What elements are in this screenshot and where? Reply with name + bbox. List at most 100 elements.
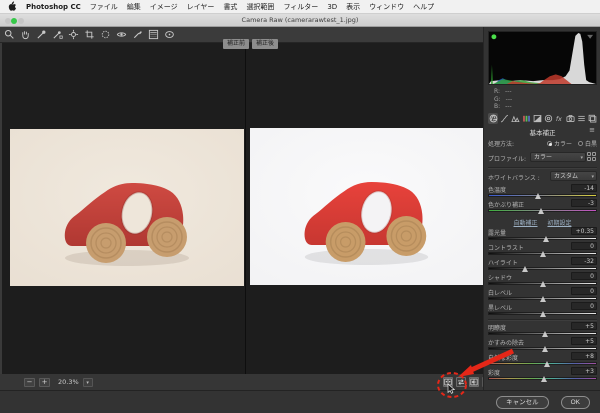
temperature-value[interactable]: -14 (571, 184, 597, 192)
tab-camera-calibration[interactable] (565, 113, 575, 124)
menu-window[interactable]: ウィンドウ (369, 2, 404, 12)
tab-basic[interactable] (488, 113, 498, 124)
profile-row: プロファイル: カラー▾ (488, 152, 597, 163)
panel-menu-icon[interactable]: ≡ (589, 126, 595, 134)
before-badge: 補正前 (223, 39, 249, 49)
apple-icon[interactable] (8, 2, 17, 12)
default-link[interactable]: 初期設定 (547, 220, 571, 227)
radial-filter-icon[interactable] (163, 29, 175, 41)
exposure-value[interactable]: +0.35 (571, 227, 597, 235)
zoom-level-dropdown[interactable]: ▾ (83, 378, 93, 387)
dialog-title: Camera Raw (camerarawtest_1.jpg) (0, 16, 600, 24)
after-badge: 補正後 (252, 39, 278, 49)
white-balance-eyedropper-icon[interactable] (35, 29, 47, 41)
slider-thumb[interactable] (540, 296, 546, 302)
rear-wheel (147, 217, 187, 257)
histogram[interactable] (488, 31, 597, 85)
zoom-tool-icon[interactable] (3, 29, 15, 41)
rgb-readout: R:--- G:--- B:--- (494, 88, 512, 111)
clarity-value[interactable]: +5 (571, 322, 597, 330)
tab-presets[interactable] (576, 113, 586, 124)
profile-browser-icon[interactable] (587, 152, 597, 162)
swap-before-after-button[interactable] (456, 377, 466, 387)
menu-filter[interactable]: フィルター (283, 2, 318, 12)
slider-thumb[interactable] (542, 331, 548, 337)
transform-tool-icon[interactable] (83, 29, 95, 41)
menu-select[interactable]: 選択範囲 (246, 2, 274, 12)
hand-tool-icon[interactable] (19, 29, 31, 41)
graduated-filter-icon[interactable] (147, 29, 159, 41)
treatment-row: 処理方法: カラー 白黒 (488, 139, 597, 148)
tint-slider: 色かぶり補正-3 (488, 200, 597, 215)
menu-image[interactable]: イメージ (150, 2, 178, 12)
treatment-bw-radio[interactable]: 白黒 (578, 139, 597, 148)
slider-thumb[interactable] (541, 376, 547, 382)
slider-thumb[interactable] (538, 208, 544, 214)
saturation-value[interactable]: +3 (571, 367, 597, 375)
auto-link[interactable]: 自動補正 (514, 220, 538, 227)
menu-app-name[interactable]: Photoshop CC (26, 3, 81, 11)
zoom-out-button[interactable]: − (24, 378, 35, 387)
slider-thumb[interactable] (544, 361, 550, 367)
profile-dropdown[interactable]: カラー▾ (530, 152, 586, 162)
highlights-value[interactable]: -32 (571, 257, 597, 265)
cancel-button[interactable]: キャンセル (496, 396, 549, 409)
tab-effects[interactable]: fx (554, 113, 564, 124)
slider-thumb[interactable] (522, 266, 528, 272)
slider-thumb[interactable] (540, 281, 546, 287)
color-sampler-icon[interactable] (51, 29, 63, 41)
tab-snapshots[interactable] (587, 113, 597, 124)
blacks-value[interactable]: 0 (571, 302, 597, 310)
tab-split-toning[interactable] (532, 113, 542, 124)
svg-text:fx: fx (555, 116, 561, 123)
zoom-in-button[interactable]: + (39, 378, 50, 387)
after-image[interactable] (250, 128, 483, 285)
preview-area: 補正前 補正後 (0, 43, 483, 374)
menu-edit[interactable]: 編集 (127, 2, 141, 12)
menu-type[interactable]: 書式 (223, 2, 237, 12)
tab-hsl-grayscale[interactable] (521, 113, 531, 124)
menu-file[interactable]: ファイル (90, 2, 118, 12)
menu-layer[interactable]: レイヤー (187, 2, 215, 12)
white-balance-dropdown[interactable]: カスタム▾ (550, 171, 597, 181)
contrast-value[interactable]: 0 (571, 242, 597, 250)
slider-thumb[interactable] (543, 236, 549, 242)
preview-bottom-strip: − + 20.3% ▾ (0, 374, 483, 390)
profile-label: プロファイル: (488, 154, 526, 163)
pane-divider (245, 43, 246, 374)
vibrance-value[interactable]: +8 (571, 352, 597, 360)
tint-value[interactable]: -3 (571, 199, 597, 207)
slider-thumb[interactable] (542, 346, 548, 352)
dehaze-value[interactable]: +5 (571, 337, 597, 345)
vibrance-slider: 自然な彩度+8 (488, 353, 597, 368)
dialog-footer: キャンセル OK (0, 390, 600, 413)
spot-removal-icon[interactable] (99, 29, 111, 41)
targeted-adjustment-icon[interactable] (67, 29, 79, 41)
whites-value[interactable]: 0 (571, 287, 597, 295)
ok-button[interactable]: OK (561, 396, 590, 409)
dialog-title-bar: Camera Raw (camerarawtest_1.jpg) (0, 14, 600, 27)
menu-view[interactable]: 表示 (346, 2, 360, 12)
menu-help[interactable]: ヘルプ (413, 2, 434, 12)
shadows-value[interactable]: 0 (571, 272, 597, 280)
adjustments-panel: R:--- G:--- B:--- fx 基本補正 ≡ 処理方法: (483, 27, 600, 390)
exposure-slider: 露光量+0.35 (488, 228, 597, 243)
copy-current-to-before-button[interactable] (469, 377, 479, 387)
menu-3d[interactable]: 3D (327, 3, 337, 11)
panel-title: 基本補正 (484, 127, 600, 137)
front-wheel (86, 223, 126, 263)
red-eye-icon[interactable] (115, 29, 127, 41)
adjustment-brush-icon[interactable] (131, 29, 143, 41)
tab-detail[interactable] (510, 113, 520, 124)
treatment-color-radio[interactable]: カラー (547, 139, 572, 148)
highlight-clipping-indicator (587, 35, 593, 39)
before-image[interactable] (10, 129, 244, 286)
temperature-slider: 色温度-14 (488, 185, 597, 200)
slider-thumb[interactable] (535, 193, 541, 199)
slider-thumb[interactable] (540, 311, 546, 317)
menu-bar: Photoshop CC ファイル 編集 イメージ レイヤー 書式 選択範囲 フ… (0, 0, 600, 14)
slider-thumb[interactable] (540, 251, 546, 257)
before-after-view-button[interactable] (443, 377, 453, 387)
tab-lens-corrections[interactable] (543, 113, 553, 124)
tab-tone-curve[interactable] (499, 113, 509, 124)
